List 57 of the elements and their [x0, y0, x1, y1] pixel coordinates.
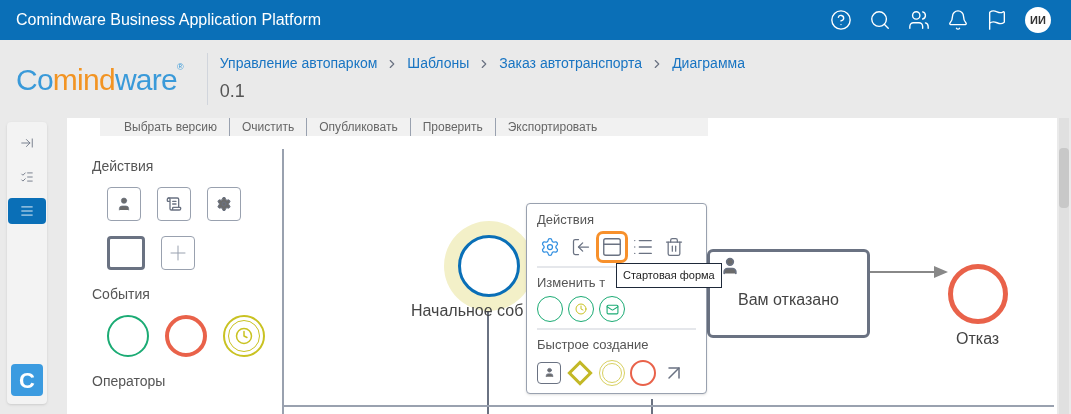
end-event-label: Отказ [956, 329, 1000, 349]
service-task-tool[interactable] [207, 187, 241, 221]
toolbar-button[interactable]: Экспортировать [495, 118, 610, 136]
toolbar-button[interactable]: Очистить [229, 118, 308, 136]
gear-icon [216, 196, 232, 212]
tooltip: Стартовая форма [616, 263, 722, 288]
menu-icon [20, 204, 34, 218]
user-task-button[interactable] [537, 361, 561, 384]
task-label: Вам отказано [738, 290, 839, 310]
breadcrumb-link[interactable]: Управление автопарком [219, 53, 378, 74]
add-tool[interactable] [161, 236, 195, 270]
envelope-icon [605, 302, 619, 316]
clock-icon [575, 303, 587, 315]
palette-heading: Действия [92, 157, 154, 176]
script-task-tool[interactable] [157, 187, 191, 221]
bell-icon[interactable] [947, 9, 969, 31]
user-task-tool[interactable] [107, 187, 141, 221]
toolbar-button[interactable]: Опубликовать [307, 118, 411, 136]
checklist-icon [20, 170, 34, 184]
end-event-tool[interactable] [165, 315, 207, 357]
end-event[interactable] [948, 264, 1008, 324]
app-title: Comindware Business Application Platform [16, 10, 322, 30]
app-badge[interactable]: C [11, 364, 43, 396]
breadcrumb-link[interactable]: Диаграмма [672, 53, 745, 74]
toolbar-button[interactable]: Проверить [410, 118, 496, 136]
scroll-icon [166, 196, 182, 212]
menu-heading: Действия [537, 211, 594, 229]
palette-heading: События [92, 285, 150, 304]
settings-icon [540, 236, 560, 257]
flag-icon[interactable] [986, 9, 1008, 31]
users-icon[interactable] [908, 9, 930, 31]
user-icon [720, 256, 740, 276]
logo: Comindware® [16, 60, 185, 98]
help-icon[interactable] [830, 9, 852, 31]
search-icon[interactable] [869, 9, 891, 31]
toolbar-button[interactable]: Выбрать версию [112, 118, 230, 136]
menu-button[interactable] [8, 198, 46, 224]
palette-heading: Операторы [92, 372, 166, 391]
start-event-tool[interactable] [107, 315, 149, 357]
user-icon [116, 196, 132, 212]
end-event-button[interactable] [630, 359, 656, 386]
collapse-icon [20, 136, 34, 150]
version-label: 0.1 [219, 80, 246, 103]
form-icon [601, 235, 623, 258]
task-tool[interactable] [107, 236, 145, 270]
trash-icon [664, 236, 684, 257]
clock-icon [235, 327, 253, 345]
timer-event-tool[interactable] [223, 315, 265, 357]
menu-heading: Быстрое создание [537, 336, 649, 354]
start-event-label: Начальное соб [411, 301, 524, 321]
user-avatar[interactable]: ИИ [1025, 7, 1051, 33]
start-form-button[interactable] [599, 233, 625, 260]
exit-icon [571, 236, 591, 257]
breadcrumb-link[interactable]: Заказ автотранспорта [499, 53, 643, 74]
user-icon [543, 367, 555, 378]
breadcrumb-link[interactable]: Шаблоны [407, 53, 470, 74]
menu-heading: Изменить т [537, 273, 606, 292]
